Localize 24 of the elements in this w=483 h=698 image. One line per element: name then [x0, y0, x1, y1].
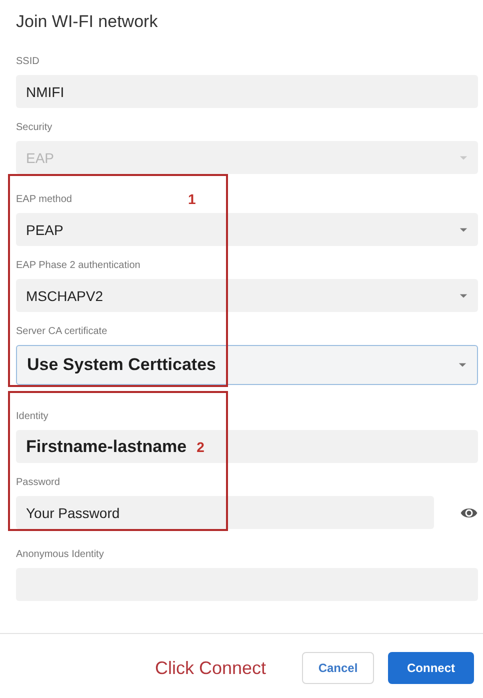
- connect-button[interactable]: Connect: [388, 652, 474, 684]
- field-label: Password: [16, 476, 60, 488]
- field-label: Security: [16, 122, 52, 132]
- field-label: EAP method: [16, 194, 72, 204]
- caret-icon: [459, 292, 468, 298]
- field-label: EAP Phase 2 authentication: [16, 260, 140, 270]
- cancel-button[interactable]: Cancel: [302, 652, 374, 684]
- step-number: 2: [196, 438, 204, 454]
- instruction-text: Click Connect: [154, 658, 266, 678]
- dropdown-field[interactable]: Use System Certticates: [16, 345, 478, 385]
- dropdown-field[interactable]: MSCHAPV2: [16, 279, 478, 312]
- field-label: SSID: [16, 56, 40, 66]
- password-field[interactable]: Your Password: [16, 496, 434, 529]
- caret-icon: [458, 362, 467, 368]
- field-label: Anonymous Identity: [16, 548, 104, 560]
- step-number: 1: [188, 191, 196, 207]
- caret-icon: [459, 226, 468, 232]
- input-field[interactable]: NMIFI: [16, 75, 478, 108]
- field-label: Identity: [16, 410, 48, 422]
- caret-icon: [459, 154, 468, 160]
- dialog-title: Join WI-FI network: [16, 12, 159, 32]
- input-field[interactable]: Firstname-lastname 2: [16, 430, 478, 463]
- field-label: Server CA certificate: [16, 326, 108, 336]
- dropdown-field[interactable]: PEAP: [16, 213, 478, 246]
